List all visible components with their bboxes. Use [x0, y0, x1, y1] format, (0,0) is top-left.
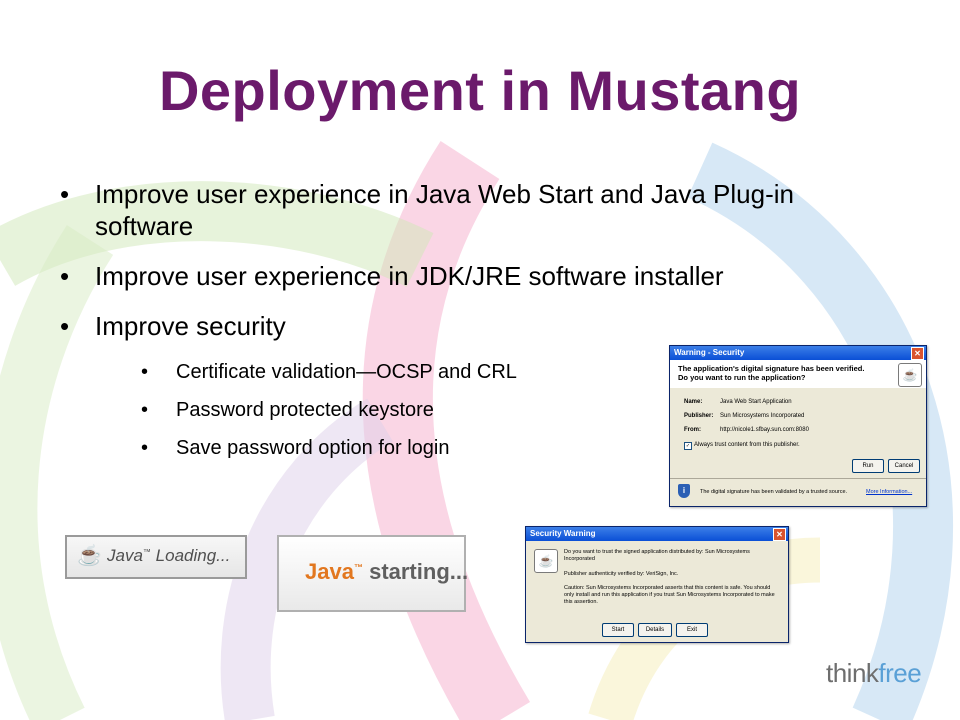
java-duke-icon: ☕	[898, 363, 922, 387]
start-button[interactable]: Start	[602, 623, 634, 637]
java-starting-splash: Java™ starting...	[277, 535, 468, 612]
info-shield-icon: i	[678, 484, 690, 498]
warning-line-2: Publisher authenticity verified by: Veri…	[564, 571, 679, 577]
security-dialog-title: Warning - Security	[674, 348, 745, 357]
close-icon[interactable]: ✕	[911, 347, 924, 360]
exit-button[interactable]: Exit	[676, 623, 708, 637]
java-loading-splash: ☕ Java™ Loading...	[65, 535, 247, 579]
warning-dialog-title: Security Warning	[530, 529, 596, 538]
from-label: From:	[684, 427, 701, 433]
security-heading-2: Do you want to run the application?	[678, 373, 806, 382]
from-value: http://nicole1.sfbay.sun.com:8080	[720, 427, 809, 433]
warning-line-3: Caution: Sun Microsystems Incorporated a…	[564, 585, 775, 605]
bullet-text: Improve security	[95, 311, 286, 341]
thinkfree-logo: thinkfree	[826, 658, 922, 689]
loading-text: Loading...	[155, 546, 231, 565]
always-trust-checkbox[interactable]: ✓	[684, 442, 692, 450]
name-value: Java Web Start Application	[720, 399, 792, 405]
slide-title: Deployment in Mustang	[158, 59, 802, 122]
security-dialog: Warning - Security ✕ The application's d…	[669, 345, 927, 507]
java-loading-text-group: Java™ Loading...	[107, 546, 230, 566]
java-starting-text-group: Java™ starting...	[305, 559, 468, 585]
java-brand-text: Java	[305, 559, 354, 584]
logo-think: think	[826, 658, 879, 688]
java-duke-icon: ☕	[534, 549, 558, 573]
warning-line-1: Do you want to trust the signed applicat…	[564, 549, 750, 562]
publisher-value: Sun Microsystems Incorporated	[720, 413, 805, 419]
java-cup-icon: ☕	[77, 545, 102, 567]
java-brand-text: Java	[107, 546, 143, 565]
divider	[670, 478, 926, 479]
logo-free: free	[878, 658, 922, 688]
bullet-item: Improve user experience in JDK/JRE softw…	[60, 260, 860, 292]
more-information-link[interactable]: More Information...	[866, 488, 912, 496]
publisher-label: Publisher:	[684, 413, 714, 419]
cancel-button[interactable]: Cancel	[888, 459, 920, 473]
signature-footer-text: The digital signature has been validated…	[700, 489, 848, 495]
close-icon[interactable]: ✕	[773, 528, 786, 541]
security-warning-dialog: Security Warning ✕ ☕ Do you want to trus…	[525, 526, 789, 643]
name-label: Name:	[684, 399, 703, 405]
trademark-symbol: ™	[353, 562, 363, 573]
security-dialog-header: The application's digital signature has …	[670, 360, 926, 388]
trademark-symbol: ™	[142, 547, 151, 557]
bullet-item: Improve user experience in Java Web Star…	[60, 178, 860, 242]
always-trust-label: Always trust content from this publisher…	[694, 442, 800, 448]
run-button[interactable]: Run	[852, 459, 884, 473]
security-dialog-titlebar: Warning - Security ✕	[670, 346, 926, 360]
starting-text: starting...	[369, 559, 469, 584]
warning-dialog-titlebar: Security Warning ✕	[526, 527, 788, 541]
details-button[interactable]: Details	[638, 623, 672, 637]
